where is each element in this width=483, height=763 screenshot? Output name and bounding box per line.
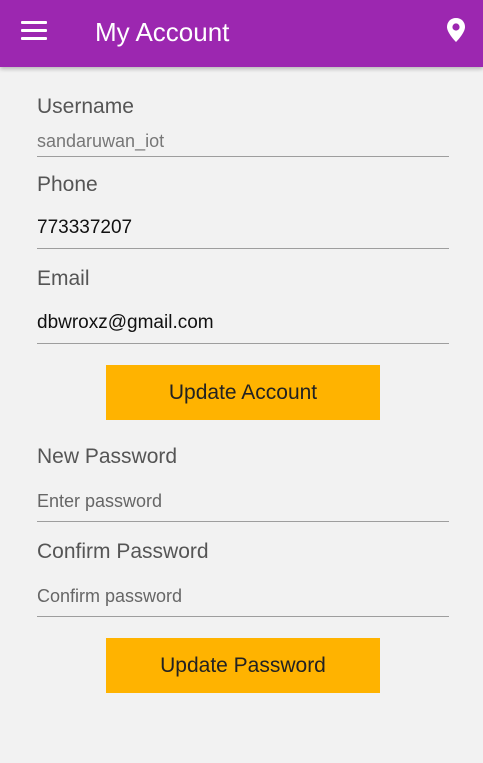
confirm-password-input[interactable] [37,576,449,617]
app-bar: My Account [0,0,483,67]
new-password-input[interactable] [37,481,449,522]
phone-input[interactable] [37,208,449,249]
username-field: sandaruwan_iot [37,126,449,157]
email-input[interactable] [37,303,449,344]
page-title: My Account [95,17,230,47]
update-account-button[interactable]: Update Account [106,365,380,420]
new-password-label: New Password [37,445,178,468]
map-pin-icon[interactable] [445,17,467,43]
hamburger-menu-icon[interactable] [21,21,47,41]
phone-label: Phone [37,173,98,196]
email-label: Email [37,267,90,290]
username-label: Username [37,95,134,118]
update-password-button[interactable]: Update Password [106,638,380,693]
confirm-password-label: Confirm Password [37,540,209,563]
